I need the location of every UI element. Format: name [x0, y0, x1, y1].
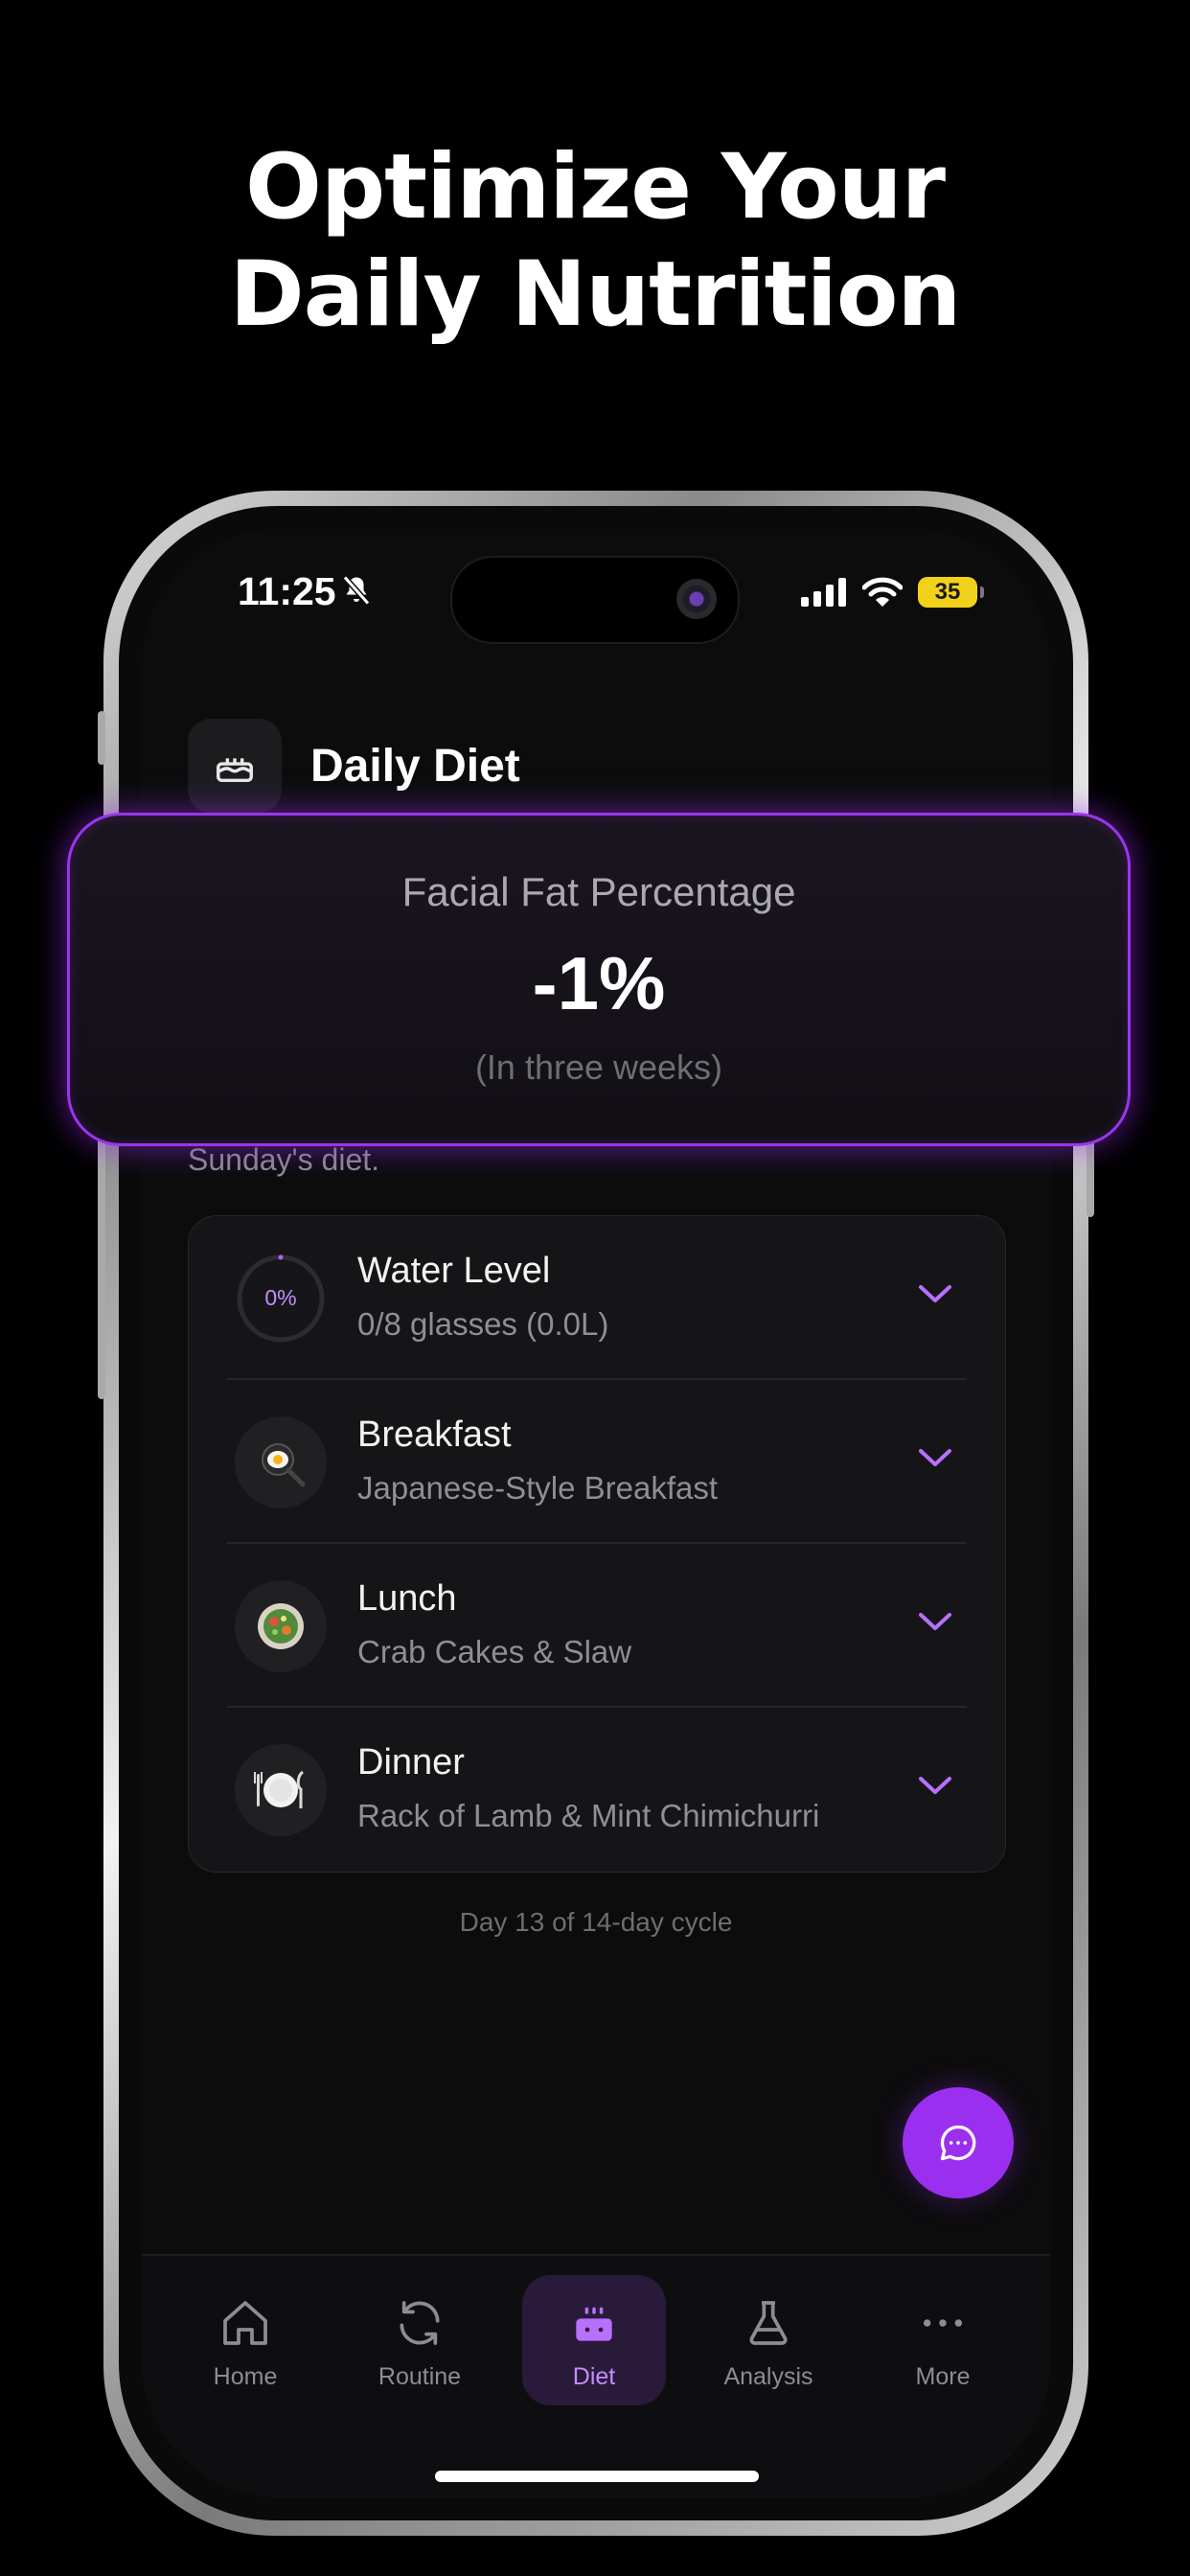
tab-label: More — [915, 2363, 971, 2390]
chevron-down-icon[interactable] — [917, 1445, 953, 1470]
headline-line-2: Daily Nutrition — [229, 242, 962, 347]
fat-card-note: (In three weeks) — [474, 1047, 723, 1087]
page-header: Daily Diet — [188, 719, 520, 813]
cake-icon — [217, 758, 253, 783]
phone-side-button — [98, 1255, 105, 1399]
wifi-icon — [862, 577, 903, 607]
bell-off-icon — [342, 575, 371, 606]
headline-line-1: Optimize Your — [244, 135, 946, 240]
tab-label: Diet — [572, 2363, 616, 2390]
meal-detail: Japanese-Style Breakfast — [357, 1470, 719, 1506]
tab-analysis[interactable]: Analysis — [697, 2275, 840, 2405]
meal-list: 0% Water Level 0/8 glasses (0.0L) Breakf… — [188, 1215, 1006, 1873]
fat-card-title: Facial Fat Percentage — [401, 869, 796, 914]
tab-routine[interactable]: Routine — [348, 2275, 492, 2405]
chevron-down-icon[interactable] — [917, 1609, 953, 1634]
refresh-icon — [400, 2301, 440, 2345]
fried-egg-pan-icon — [235, 1416, 327, 1508]
list-item-lunch[interactable]: Lunch Crab Cakes & Slaw — [189, 1544, 1005, 1708]
tab-label: Routine — [378, 2363, 462, 2390]
tab-more[interactable]: More — [871, 2275, 1015, 2405]
water-progress-text: 0% — [264, 1285, 297, 1310]
more-dots-icon — [923, 2319, 963, 2327]
meal-detail: 0/8 glasses (0.0L) — [357, 1306, 609, 1342]
diet-header-icon — [188, 719, 282, 813]
plate-cutlery-icon — [235, 1744, 327, 1836]
salad-bowl-icon — [235, 1580, 327, 1672]
chat-button[interactable] — [903, 2087, 1014, 2198]
chevron-down-icon[interactable] — [917, 1281, 953, 1306]
battery-indicator: 35 — [918, 577, 984, 608]
tab-label: Home — [213, 2363, 278, 2390]
chevron-down-icon[interactable] — [917, 1773, 953, 1798]
water-progress-ring: 0% — [235, 1253, 327, 1345]
page-title: Daily Diet — [310, 740, 520, 792]
meal-label: Breakfast — [357, 1414, 512, 1455]
meal-label: Water Level — [357, 1251, 551, 1291]
fat-card-value: -1% — [532, 941, 666, 1025]
meal-label: Dinner — [357, 1742, 465, 1782]
cake-icon — [576, 2307, 612, 2341]
meal-detail: Rack of Lamb & Mint Chimichurri — [357, 1798, 820, 1833]
status-indicators: 35 — [801, 577, 984, 608]
cellular-signal-icon — [801, 578, 846, 607]
home-indicator — [435, 2471, 759, 2482]
meal-detail: Crab Cakes & Slaw — [357, 1634, 632, 1669]
marketing-headline: Optimize Your Daily Nutrition — [0, 134, 1190, 349]
list-item-breakfast[interactable]: Breakfast Japanese-Style Breakfast — [189, 1380, 1005, 1544]
camera-icon — [676, 579, 717, 619]
phone-side-button — [98, 711, 105, 765]
list-item-dinner[interactable]: Dinner Rack of Lamb & Mint Chimichurri — [189, 1708, 1005, 1872]
list-item-water[interactable]: 0% Water Level 0/8 glasses (0.0L) — [189, 1216, 1005, 1380]
flask-icon — [749, 2301, 788, 2345]
dynamic-island — [450, 556, 740, 644]
tab-home[interactable]: Home — [173, 2275, 317, 2405]
tab-diet[interactable]: Diet — [522, 2275, 666, 2405]
page-subtitle: Sunday's diet. — [188, 1142, 380, 1177]
tab-label: Analysis — [723, 2363, 813, 2390]
bottom-tab-bar: Home Routine Diet Analysis More — [142, 2254, 1050, 2497]
home-icon — [223, 2301, 267, 2345]
chat-bubble-icon — [940, 2125, 976, 2161]
meal-label: Lunch — [357, 1578, 457, 1619]
cycle-status: Day 13 of 14-day cycle — [459, 1907, 733, 1937]
status-time: 11:25 — [238, 569, 336, 613]
facial-fat-card: Facial Fat Percentage -1% (In three week… — [67, 813, 1131, 1146]
